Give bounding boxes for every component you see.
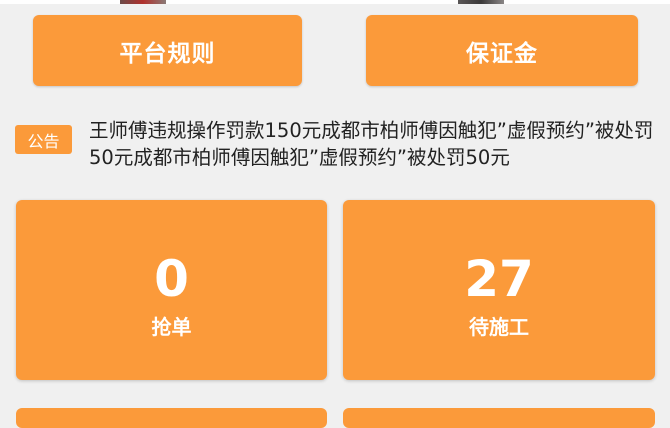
- platform-rules-button[interactable]: 平台规则: [33, 15, 302, 86]
- next-card-right[interactable]: [343, 408, 655, 428]
- announcement-tag: 公告: [15, 125, 72, 154]
- announcement-text: 王师傅违规操作罚款150元成都市柏师傅因触犯”虚假预约”被处罚50元成都市柏师傅…: [89, 119, 654, 169]
- top-banner-strip: [0, 0, 670, 4]
- grab-orders-count: 0: [154, 250, 189, 308]
- pending-construction-card[interactable]: 27 待施工: [343, 200, 655, 380]
- banner-image-right: [458, 0, 504, 4]
- pending-construction-count: 27: [464, 250, 534, 308]
- pending-construction-label: 待施工: [469, 315, 529, 339]
- announcement-bar[interactable]: 公告 王师傅违规操作罚款150元成都市柏师傅因触犯”虚假预约”被处罚50元成都市…: [0, 113, 670, 175]
- grab-orders-label: 抢单: [151, 315, 192, 339]
- grab-orders-card[interactable]: 0 抢单: [16, 200, 327, 380]
- next-card-left[interactable]: [16, 408, 327, 428]
- deposit-button[interactable]: 保证金: [366, 15, 638, 86]
- banner-image-left: [120, 0, 166, 4]
